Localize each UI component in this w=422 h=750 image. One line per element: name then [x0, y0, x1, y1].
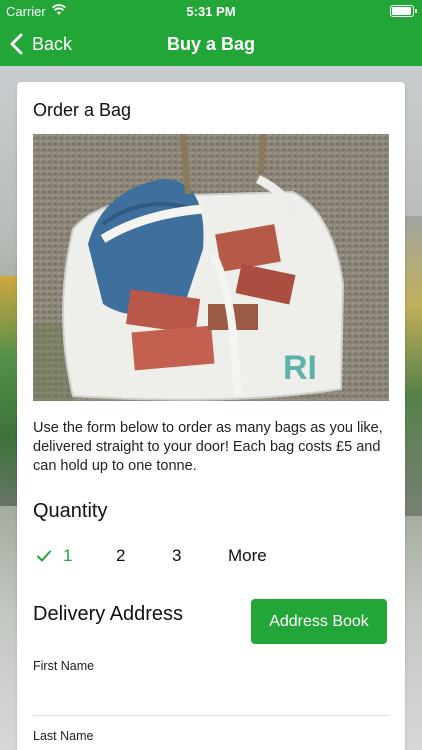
battery-icon	[390, 5, 417, 17]
quantity-selector: 1 2 3 More	[33, 544, 389, 568]
bag-photo: RI	[33, 134, 389, 401]
card-title: Order a Bag	[33, 100, 132, 120]
description-text: Use the form below to order as many bags…	[33, 420, 383, 474]
back-chevron-icon	[10, 33, 23, 55]
first-name-field[interactable]	[33, 688, 389, 716]
quantity-heading: Quantity	[33, 500, 108, 522]
quantity-option-label: 3	[172, 546, 182, 565]
quantity-option-label: 2	[116, 546, 126, 565]
quantity-option-1[interactable]: 1	[37, 544, 72, 568]
delivery-address-heading: Delivery Address	[33, 603, 184, 625]
quantity-option-3[interactable]: 3	[172, 544, 181, 568]
navigation-bar: Back Buy a Bag	[0, 22, 422, 66]
status-bar: Carrier 5:31 PM	[0, 0, 422, 22]
quantity-option-label: More	[228, 546, 267, 565]
quantity-option-2[interactable]: 2	[116, 544, 125, 568]
order-card: Order a Bag RI Use the form below to ord…	[17, 82, 405, 750]
first-name-label: First Name	[33, 659, 95, 673]
quantity-option-label: 1	[63, 546, 73, 565]
checkmark-icon	[37, 550, 51, 562]
back-button[interactable]: Back	[8, 22, 72, 66]
background-truck-right	[404, 216, 422, 516]
back-label: Back	[32, 33, 73, 54]
quantity-option-more[interactable]: More	[228, 544, 267, 568]
address-book-button[interactable]: Address Book	[251, 599, 387, 644]
clock: 5:31 PM	[186, 4, 236, 19]
svg-text:RI: RI	[283, 349, 317, 387]
last-name-label: Last Name	[33, 729, 94, 743]
